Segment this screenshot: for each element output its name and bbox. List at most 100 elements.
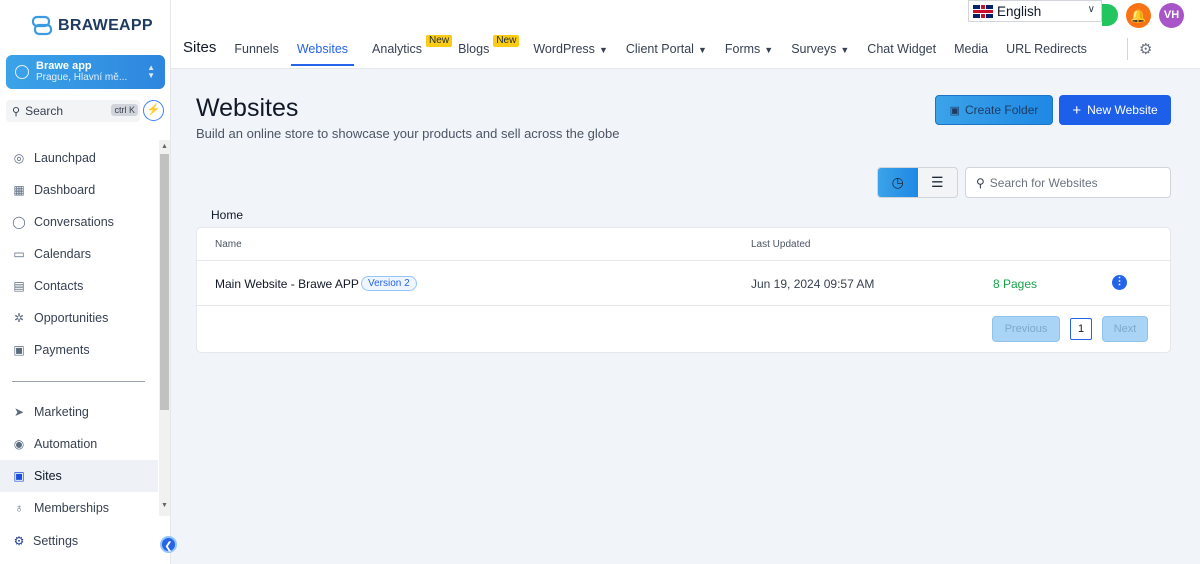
sidebar-item-memberships[interactable]: ♁ Memberships xyxy=(0,492,158,524)
tab-media[interactable]: Media xyxy=(954,36,988,66)
previous-page-button[interactable]: Previous xyxy=(992,316,1060,342)
quick-action-bolt-icon[interactable]: ⚡ xyxy=(143,100,164,121)
logo-icon xyxy=(31,15,53,36)
chevron-updown-icon: ▲ ▼ xyxy=(147,63,155,80)
page-number[interactable]: 1 xyxy=(1070,318,1092,340)
sidebar-scrollbar[interactable]: ▲ ▼ xyxy=(159,140,170,516)
tab-label: Chat Widget xyxy=(867,42,937,56)
version-badge: Version 2 xyxy=(361,276,417,291)
sidebar-item-calendars[interactable]: ▭ Calendars xyxy=(0,238,158,270)
next-page-button[interactable]: Next xyxy=(1102,316,1148,342)
list-view-button[interactable]: ☰ xyxy=(918,168,958,197)
create-folder-label: Create Folder xyxy=(965,103,1039,117)
tab-wordpress[interactable]: WordPress ▼ xyxy=(533,36,608,66)
phone-icon[interactable] xyxy=(1102,4,1118,26)
page-count[interactable]: 8 Pages xyxy=(993,277,1037,291)
create-folder-button[interactable]: ▣ Create Folder xyxy=(935,95,1053,125)
account-location: Prague, Hlavní mě... xyxy=(36,72,128,83)
websites-table: Name Last Updated Main Website - Brawe A… xyxy=(196,227,1171,353)
tab-surveys[interactable]: Surveys ▼ xyxy=(791,36,849,66)
sidebar-item-label: Dashboard xyxy=(34,183,96,197)
send-icon: ➤ xyxy=(13,405,25,419)
sidebar-nav-primary: ◎ Launchpad ▦ Dashboard ◯ Conversations … xyxy=(0,142,158,366)
sidebar-item-launchpad[interactable]: ◎ Launchpad xyxy=(0,142,158,174)
column-header-last-updated[interactable]: Last Updated xyxy=(751,239,811,250)
calendar-icon: ▭ xyxy=(13,247,25,261)
page-subtitle: Build an online store to showcase your p… xyxy=(196,126,620,141)
account-switcher[interactable]: Brawe app Prague, Hlavní mě... ▲ ▼ xyxy=(6,55,165,89)
website-name[interactable]: Main Website - Brawe APP xyxy=(215,277,359,291)
uk-flag-icon xyxy=(973,4,993,18)
tab-label: URL Redirects xyxy=(1006,42,1087,56)
new-website-button[interactable]: + New Website xyxy=(1059,95,1171,125)
sidebar-item-label: Conversations xyxy=(34,215,114,229)
plus-icon: + xyxy=(1072,101,1082,119)
sidebar-item-contacts[interactable]: ▤ Contacts xyxy=(0,270,158,302)
settings-label: Settings xyxy=(33,534,79,548)
chevron-down-icon: ∨ xyxy=(1087,4,1095,15)
scrollbar-thumb[interactable] xyxy=(160,154,169,410)
sidebar-item-payments[interactable]: ▣ Payments xyxy=(0,334,158,366)
tab-label: WordPress xyxy=(533,42,595,56)
sidebar-item-conversations[interactable]: ◯ Conversations xyxy=(0,206,158,238)
breadcrumb[interactable]: Home xyxy=(211,208,243,222)
sidebar: BRAWEAPP Brawe app Prague, Hlavní mě... … xyxy=(0,0,177,564)
sidebar-item-label: Opportunities xyxy=(34,311,109,325)
notification-bell-icon[interactable]: 🔔 xyxy=(1126,3,1151,28)
award-icon: ♁ xyxy=(14,501,24,515)
search-label: Search xyxy=(25,104,64,118)
tab-url-redirects[interactable]: URL Redirects xyxy=(1006,36,1087,66)
new-website-label: New Website xyxy=(1087,103,1158,117)
sidebar-item-dashboard[interactable]: ▦ Dashboard xyxy=(0,174,158,206)
sidebar-item-sites[interactable]: ▣ Sites xyxy=(0,460,158,492)
tab-blogs[interactable]: Blogs New xyxy=(458,35,520,66)
sidebar-item-label: Sites xyxy=(34,469,62,483)
sidebar-item-label: Payments xyxy=(34,343,90,357)
sidebar-item-automation[interactable]: ◉ Automation xyxy=(0,428,158,460)
receipt-icon: ▣ xyxy=(13,343,25,357)
view-toggle: ◷ ☰ xyxy=(877,167,958,198)
sidebar-item-settings[interactable]: ⚙ Settings xyxy=(12,534,79,548)
search-icon: ⚲ xyxy=(12,105,21,118)
clock-icon: ◷ xyxy=(891,174,904,190)
new-badge: New xyxy=(426,35,453,47)
list-icon: ☰ xyxy=(930,174,944,190)
chevron-down-icon: ▼ xyxy=(764,45,774,55)
chevron-down-icon: ▼ xyxy=(598,45,608,55)
website-search-input[interactable]: ⚲ Search for Websites xyxy=(965,167,1171,198)
recent-view-button[interactable]: ◷ xyxy=(878,168,918,197)
language-value: English xyxy=(997,3,1042,19)
column-header-name[interactable]: Name xyxy=(215,239,242,250)
tab-websites[interactable]: Websites xyxy=(290,36,355,66)
tab-client-portal[interactable]: Client Portal ▼ xyxy=(626,36,707,66)
tab-chat-widget[interactable]: Chat Widget xyxy=(867,36,936,66)
collapse-sidebar-button[interactable]: ❮ xyxy=(160,536,177,553)
app-logo[interactable]: BRAWEAPP xyxy=(30,14,153,38)
table-row[interactable]: Main Website - Brawe APP Version 2 Jun 1… xyxy=(197,262,1170,306)
rocket-icon: ◎ xyxy=(13,151,25,165)
scroll-down-icon[interactable]: ▼ xyxy=(161,502,168,509)
table-header: Name Last Updated xyxy=(197,228,1170,261)
sites-tabs: Sites Funnels Websites Analytics New Blo… xyxy=(183,35,1105,66)
sidebar-item-label: Memberships xyxy=(34,501,110,515)
automation-icon: ◉ xyxy=(13,437,25,451)
sidebar-item-opportunities[interactable]: ✲ Opportunities xyxy=(0,302,158,334)
settings-gear-icon[interactable]: ⚙ xyxy=(1139,40,1152,58)
tab-funnels[interactable]: Funnels xyxy=(234,36,278,66)
tab-label: Forms xyxy=(724,42,761,56)
gear-icon: ⚙ xyxy=(13,534,25,548)
more-options-icon[interactable]: ⋮ xyxy=(1112,275,1127,290)
tab-forms[interactable]: Forms ▼ xyxy=(725,36,773,66)
avatar[interactable]: VH xyxy=(1159,3,1184,28)
language-select[interactable]: English ∨ xyxy=(968,0,1102,22)
location-icon xyxy=(15,65,29,79)
chevron-left-icon: ❮ xyxy=(164,541,173,552)
tab-analytics[interactable]: Analytics New xyxy=(372,35,453,66)
folder-plus-icon: ▣ xyxy=(949,104,961,117)
sidebar-search[interactable]: ⚲ Search ctrl K xyxy=(6,100,140,122)
tab-label: Funnels xyxy=(234,42,279,56)
sidebar-item-label: Marketing xyxy=(34,405,89,419)
page-title: Websites xyxy=(196,94,299,122)
sidebar-item-marketing[interactable]: ➤ Marketing xyxy=(0,396,158,428)
scroll-up-icon[interactable]: ▲ xyxy=(161,143,168,150)
